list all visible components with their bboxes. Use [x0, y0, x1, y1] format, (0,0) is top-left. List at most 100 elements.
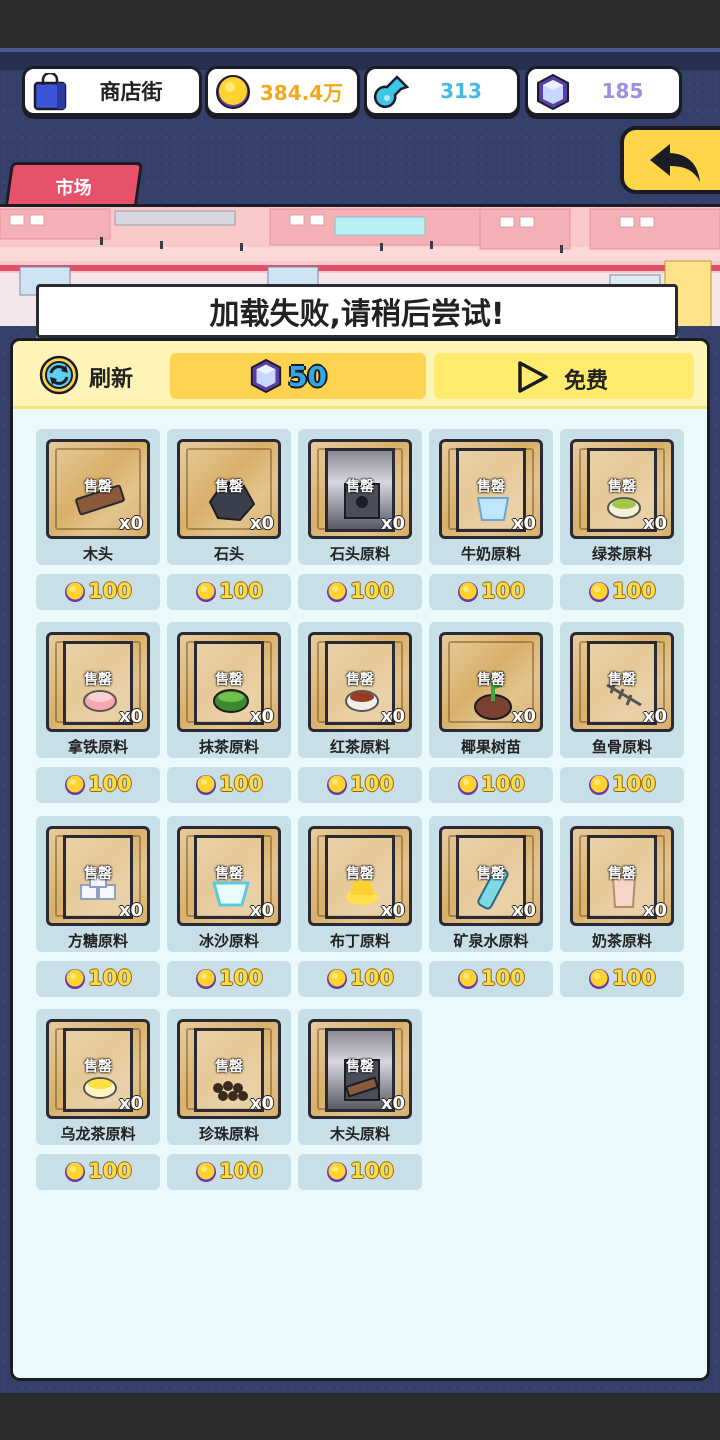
item-box: 售罄 x0	[439, 439, 543, 539]
item-price: 100	[219, 1159, 263, 1183]
item-quantity: x0	[380, 513, 405, 534]
item-quantity: x0	[249, 1093, 274, 1114]
item-quantity: x0	[249, 513, 274, 534]
item-name: 石头	[213, 545, 244, 563]
shop-item-card[interactable]: 售罄 x0 鱼骨原料	[560, 622, 684, 758]
item-quantity: x0	[642, 900, 667, 921]
shop-item-card[interactable]: 售罄 x0 抹茶原料	[167, 622, 291, 758]
buy-price-button[interactable]: 100	[560, 767, 684, 803]
potion-amount: 313	[440, 79, 482, 103]
item-quantity: x0	[511, 513, 536, 534]
buy-price-button[interactable]: 100	[167, 574, 291, 610]
sold-out-label: 售罄	[608, 672, 636, 688]
sold-out-label: 售罄	[346, 1059, 374, 1075]
buy-price-button[interactable]: 100	[298, 574, 422, 610]
gold-coin-icon	[65, 969, 85, 989]
back-arrow-icon	[650, 144, 700, 182]
gold-coin-icon	[458, 582, 478, 602]
gold-coin-icon	[327, 969, 347, 989]
error-toast: 加载失败,请稍后尝试!	[36, 284, 678, 338]
gold-coin-icon	[196, 775, 216, 795]
buy-price-button[interactable]: 100	[36, 574, 160, 610]
gold-coin-icon	[458, 775, 478, 795]
buy-price-button[interactable]: 100	[36, 767, 160, 803]
sold-out-label: 售罄	[84, 672, 112, 688]
item-name: 木头原料	[329, 1125, 390, 1143]
item-box: 售罄 x0	[570, 439, 674, 539]
sold-out-label: 售罄	[215, 1059, 243, 1075]
gold-coin-icon	[589, 969, 609, 989]
item-name: 奶茶原料	[591, 932, 652, 950]
sold-out-label: 售罄	[477, 866, 505, 882]
coin-counter[interactable]: 384.4万	[205, 66, 360, 116]
buy-price-button[interactable]: 100	[36, 1154, 160, 1190]
buy-price-button[interactable]: 100	[36, 961, 160, 997]
sold-out-label: 售罄	[84, 866, 112, 882]
shop-item-card[interactable]: 售罄 x0 木头原料	[298, 1009, 422, 1145]
item-box: 售罄 x0	[439, 632, 543, 732]
back-button[interactable]	[620, 126, 720, 194]
potion-counter[interactable]: 313	[364, 66, 520, 116]
gold-coin-icon	[589, 775, 609, 795]
item-price: 100	[88, 579, 132, 603]
shop-item-card[interactable]: 售罄 x0 拿铁原料	[36, 622, 160, 758]
tab-market[interactable]: 市场	[4, 162, 144, 206]
gold-coin-icon	[65, 775, 85, 795]
item-price: 100	[612, 966, 656, 990]
shop-item-card[interactable]: 售罄 x0 椰果树苗	[429, 622, 553, 758]
shop-item-card[interactable]: 售罄 x0 红茶原料	[298, 622, 422, 758]
shop-item-card[interactable]: 售罄 x0 乌龙茶原料	[36, 1009, 160, 1145]
item-price: 100	[88, 1159, 132, 1183]
gold-coin-icon	[327, 582, 347, 602]
potion-flask-icon	[373, 75, 410, 109]
item-quantity: x0	[511, 900, 536, 921]
item-quantity: x0	[249, 900, 274, 921]
shop-item-card[interactable]: 售罄 x0 布丁原料	[298, 816, 422, 952]
sold-out-label: 售罄	[346, 866, 374, 882]
buy-price-button[interactable]: 100	[167, 961, 291, 997]
item-name: 矿泉水原料	[453, 932, 529, 950]
shop-item-card[interactable]: 售罄 x0 石头	[167, 429, 291, 565]
item-quantity: x0	[380, 900, 405, 921]
shop-item-card[interactable]: 售罄 x0 方糖原料	[36, 816, 160, 952]
item-name: 红茶原料	[329, 738, 390, 756]
item-box: 售罄 x0	[308, 1019, 412, 1119]
item-name: 布丁原料	[329, 932, 390, 950]
buy-price-button[interactable]: 100	[298, 1154, 422, 1190]
buy-price-button[interactable]: 100	[560, 574, 684, 610]
item-price: 100	[88, 772, 132, 796]
shop-item-card[interactable]: 售罄 x0 木头	[36, 429, 160, 565]
buy-price-button[interactable]: 100	[298, 961, 422, 997]
item-name: 乌龙茶原料	[60, 1125, 136, 1143]
buy-price-button[interactable]: 100	[298, 767, 422, 803]
shop-item-card[interactable]: 售罄 x0 奶茶原料	[560, 816, 684, 952]
shop-item-card[interactable]: 售罄 x0 矿泉水原料	[429, 816, 553, 952]
item-quantity: x0	[380, 706, 405, 727]
buy-price-button[interactable]: 100	[167, 767, 291, 803]
gem-counter[interactable]: 185	[525, 66, 682, 116]
item-price: 100	[481, 966, 525, 990]
shop-item-card[interactable]: 售罄 x0 珍珠原料	[167, 1009, 291, 1145]
shop-item-card[interactable]: 售罄 x0 冰沙原料	[167, 816, 291, 952]
shop-item-card[interactable]: 售罄 x0 牛奶原料	[429, 429, 553, 565]
buy-price-button[interactable]: 100	[429, 961, 553, 997]
buy-price-button[interactable]: 100	[560, 961, 684, 997]
item-name: 椰果树苗	[460, 738, 521, 756]
sold-out-label: 售罄	[608, 479, 636, 495]
item-name: 方糖原料	[67, 932, 128, 950]
buy-price-button[interactable]: 100	[167, 1154, 291, 1190]
sold-out-label: 售罄	[215, 672, 243, 688]
sold-out-label: 售罄	[346, 672, 374, 688]
item-quantity: x0	[642, 513, 667, 534]
item-name: 冰沙原料	[198, 932, 259, 950]
item-quantity: x0	[380, 1093, 405, 1114]
shop-street-pill[interactable]: 商店街	[22, 66, 202, 116]
buy-price-button[interactable]: 100	[429, 574, 553, 610]
sold-out-label: 售罄	[477, 672, 505, 688]
sold-out-label: 售罄	[608, 866, 636, 882]
market-panel: 刷新 50 免费 售罄 x0 木头 100 售罄 x0 石头 100 售罄 x0…	[10, 338, 710, 1381]
shop-item-card[interactable]: 售罄 x0 绿茶原料	[560, 429, 684, 565]
sold-out-label: 售罄	[477, 479, 505, 495]
shop-item-card[interactable]: 售罄 x0 石头原料	[298, 429, 422, 565]
buy-price-button[interactable]: 100	[429, 767, 553, 803]
